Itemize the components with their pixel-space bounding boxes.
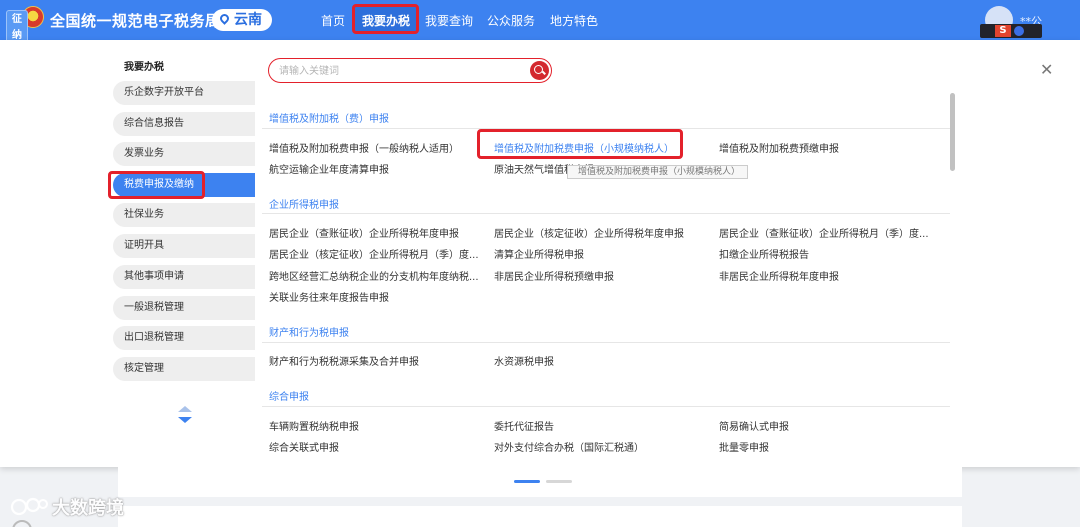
scroll-up-icon[interactable] (178, 406, 192, 412)
background-card (118, 467, 962, 497)
sidebar-item-certificate[interactable]: 证明开具 (113, 234, 255, 258)
sidebar-item-other-matters[interactable]: 其他事项申请 (113, 265, 255, 289)
background-circle-icon (12, 520, 32, 527)
nav-local-features[interactable]: 地方特色 (550, 12, 598, 29)
link-batch-zero[interactable]: 批量零申报 (719, 439, 769, 454)
link-related-party-report[interactable]: 关联业务往来年度报告申报 (269, 289, 389, 304)
section-divider (262, 406, 950, 407)
sidebar-item-social-security[interactable]: 社保业务 (113, 203, 255, 227)
link-aviation-settlement[interactable]: 航空运输企业年度清算申报 (269, 161, 389, 176)
nav-query[interactable]: 我要查询 (425, 12, 473, 29)
sidebar-item-leqi[interactable]: 乐企数字开放平台 (113, 81, 255, 105)
section-divider (262, 342, 950, 343)
nav-home[interactable]: 首页 (321, 12, 345, 29)
close-icon[interactable]: ✕ (1040, 60, 1053, 79)
section-title-comprehensive: 综合申报 (269, 392, 309, 403)
mega-menu-panel: 我要办税 乐企数字开放平台 综合信息报告 发票业务 税费申报及缴纳 社保业务 证… (0, 40, 1080, 467)
location-pin-icon (218, 12, 231, 25)
carousel-dot[interactable] (546, 480, 572, 483)
link-outbound-payment[interactable]: 对外支付综合办税（国际汇税通） (494, 439, 644, 454)
link-entrusted-collection[interactable]: 委托代征报告 (494, 418, 554, 433)
sogou-icon[interactable]: S (995, 25, 1011, 37)
link-vat-prepay[interactable]: 增值税及附加税费预缴申报 (719, 140, 839, 155)
sidebar-item-general-refund[interactable]: 一般退税管理 (113, 296, 255, 320)
sidebar-heading: 我要办税 (124, 62, 164, 73)
sidebar-item-invoice[interactable]: 发票业务 (113, 142, 255, 166)
link-property-combined[interactable]: 财产和行为税税源采集及合并申报 (269, 353, 419, 368)
nav-tax-handling[interactable]: 我要办税 (362, 12, 410, 29)
link-cit-nonresident-annual[interactable]: 非居民企业所得税年度申报 (719, 268, 839, 283)
sidebar-item-export-refund[interactable]: 出口退税管理 (113, 326, 255, 350)
region-label: 云南 (234, 12, 262, 28)
section-title-property: 财产和行为税申报 (269, 328, 349, 339)
sidebar-highlight-box (108, 171, 205, 199)
link-vat-general[interactable]: 增值税及附加税费申报（一般纳税人适用） (269, 140, 459, 155)
nav-public-service[interactable]: 公众服务 (487, 12, 535, 29)
sidebar-item-assessment[interactable]: 核定管理 (113, 357, 255, 381)
link-comprehensive-linked[interactable]: 综合关联式申报 (269, 439, 339, 454)
link-cit-annual-deemed[interactable]: 居民企业（核定征收）企业所得税年度申报 (494, 225, 684, 240)
link-cit-quarterly-audit[interactable]: 居民企业（查账征收）企业所得税月（季）度... (719, 225, 929, 240)
float-tab-char: 征 (12, 14, 22, 25)
input-method-toolbar[interactable]: S (980, 24, 1042, 38)
section-divider (262, 213, 950, 214)
top-navigation-bar: 全国统一规范电子税务局 云南 首页 我要办税 我要查询 公众服务 地方特色 **… (0, 0, 1080, 40)
link-cit-annual-audit[interactable]: 居民企业（查账征收）企业所得税年度申报 (269, 225, 459, 240)
section-title-vat: 增值税及附加税（费）申报 (269, 114, 389, 125)
sidebar-item-info-report[interactable]: 综合信息报告 (113, 112, 255, 136)
link-vehicle-purchase[interactable]: 车辆购置税纳税申报 (269, 418, 359, 433)
link-simple-confirm[interactable]: 简易确认式申报 (719, 418, 789, 433)
vertical-scrollbar[interactable] (950, 93, 955, 171)
link-highlight-box (477, 129, 683, 159)
help-icon[interactable] (1014, 26, 1024, 36)
link-cit-branch-annual[interactable]: 跨地区经营汇总纳税企业的分支机构年度纳税... (269, 268, 479, 283)
section-title-cit: 企业所得税申报 (269, 200, 339, 211)
watermark-text: 大数跨境 (52, 498, 124, 519)
link-water-resource[interactable]: 水资源税申报 (494, 353, 554, 368)
link-cit-nonresident-prepay[interactable]: 非居民企业所得税预缴申报 (494, 268, 614, 283)
search-icon[interactable] (530, 61, 549, 80)
search-box (268, 58, 552, 83)
search-input[interactable] (279, 63, 519, 79)
region-selector[interactable]: 云南 (212, 9, 272, 31)
link-cit-liquidation[interactable]: 清算企业所得税申报 (494, 246, 584, 261)
category-sidebar: 我要办税 乐企数字开放平台 综合信息报告 发票业务 税费申报及缴纳 社保业务 证… (0, 40, 256, 467)
link-cit-quarterly-deemed[interactable]: 居民企业（核定征收）企业所得税月（季）度... (269, 246, 479, 261)
background-card (118, 506, 962, 527)
scroll-down-icon[interactable] (178, 417, 192, 423)
carousel-dot-active[interactable] (514, 480, 540, 483)
link-tooltip: 增值税及附加税费申报（小规模纳税人） (567, 165, 748, 179)
link-cit-withholding[interactable]: 扣缴企业所得税报告 (719, 246, 809, 261)
watermark-logo-icon (10, 497, 48, 516)
site-title: 全国统一规范电子税务局 (50, 12, 221, 30)
